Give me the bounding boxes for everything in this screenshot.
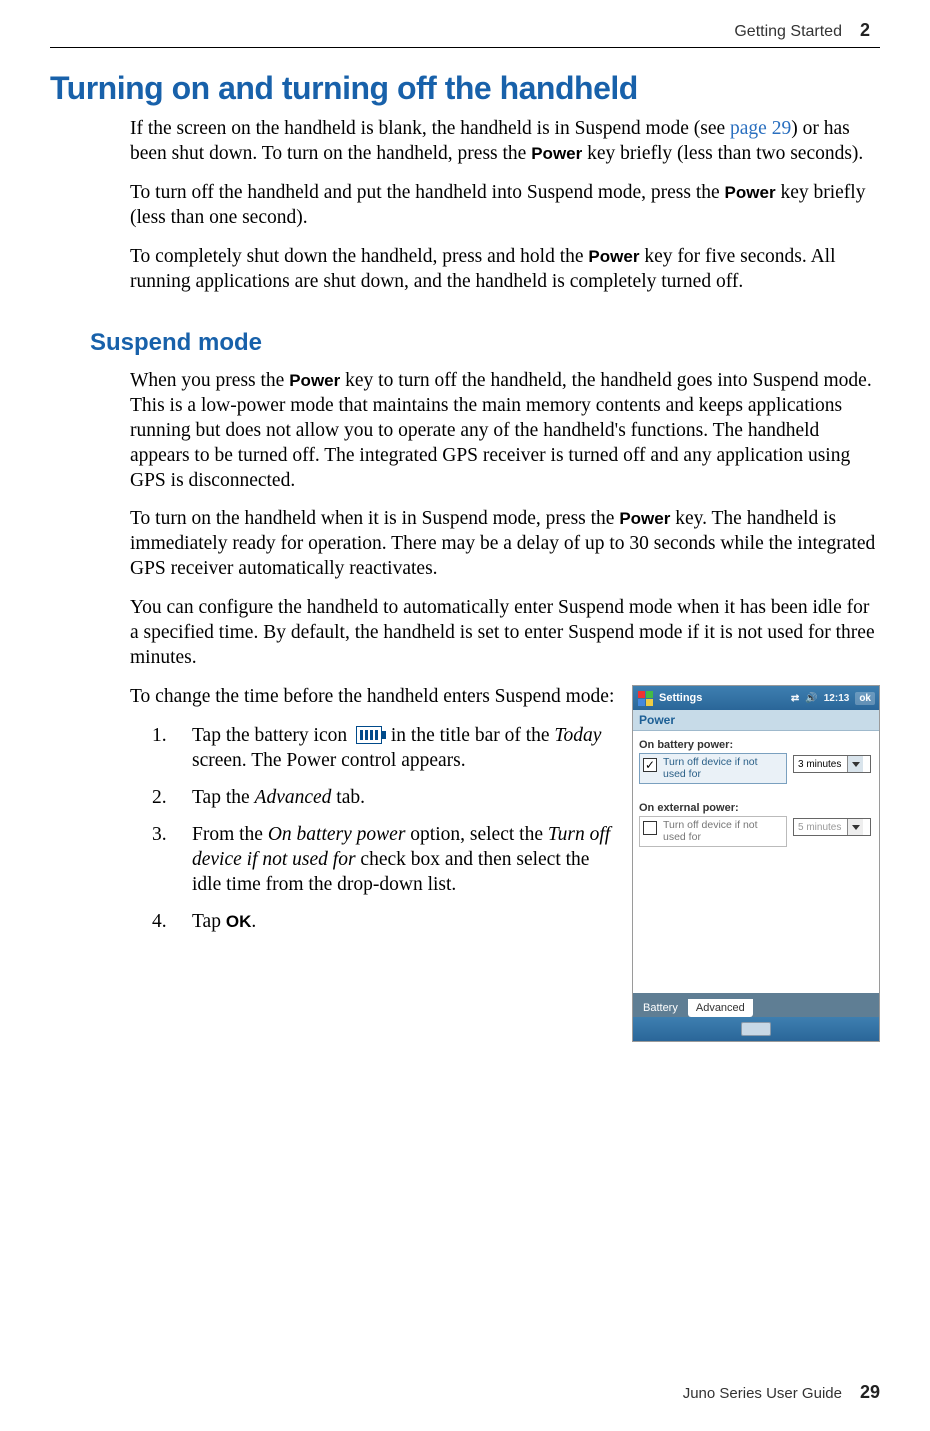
tab-advanced[interactable]: Advanced — [688, 999, 753, 1017]
group-battery-label: On battery power: — [639, 739, 873, 751]
footer-page: 29 — [860, 1382, 880, 1403]
text: To turn on the handheld when it is in Su… — [130, 508, 619, 529]
text: tab. — [331, 787, 365, 808]
step-4: Tap OK. — [152, 910, 618, 935]
power-key: Power — [289, 371, 340, 390]
external-dropdown: 5 minutes — [793, 818, 871, 836]
figure-tabs: Battery Advanced — [633, 993, 879, 1017]
ok-button[interactable]: ok — [855, 692, 875, 705]
external-checkbox[interactable] — [643, 821, 657, 835]
text: When you press the — [130, 370, 289, 391]
battery-row[interactable]: ✓ Turn off device if not used for — [639, 753, 787, 784]
figure-titlebar: Settings ⇄ 🔊 12:13 ok — [633, 686, 879, 710]
text: If the screen on the handheld is blank, … — [130, 118, 730, 139]
volume-icon: 🔊 — [805, 693, 817, 704]
text: key briefly (less than two seconds). — [582, 143, 863, 164]
header-chapter: 2 — [860, 20, 870, 41]
steps-figure-row: To change the time before the handheld e… — [130, 685, 880, 1042]
page-header: Getting Started 2 — [50, 20, 880, 41]
external-dd-value: 5 minutes — [794, 822, 847, 833]
text: in the title bar of the — [386, 725, 554, 746]
figure-power-settings: Settings ⇄ 🔊 12:13 ok Power On battery p… — [632, 685, 880, 1042]
figure-subtitle: Power — [633, 710, 879, 731]
text: screen. The Power control appears. — [192, 750, 466, 771]
power-key: Power — [588, 247, 639, 266]
external-row-text: Turn off device if not used for — [663, 820, 783, 843]
text: From the — [192, 824, 268, 845]
group-battery: On battery power: ✓ Turn off device if n… — [639, 739, 873, 784]
paragraph-7: To change the time before the handheld e… — [130, 685, 618, 710]
header-section: Getting Started — [734, 23, 842, 41]
paragraph-3: To completely shut down the handheld, pr… — [130, 245, 880, 295]
group-external-label: On external power: — [639, 802, 873, 814]
chevron-down-icon — [847, 756, 863, 772]
chevron-down-icon — [847, 819, 863, 835]
tab-battery[interactable]: Battery — [635, 999, 686, 1017]
power-key: Power — [531, 144, 582, 163]
step-1: Tap the battery icon in the title bar of… — [152, 724, 618, 774]
external-row[interactable]: Turn off device if not used for — [639, 816, 787, 847]
battery-dd-value: 3 minutes — [794, 759, 847, 770]
battery-dropdown[interactable]: 3 minutes — [793, 755, 871, 773]
text: To turn off the handheld and put the han… — [130, 182, 725, 203]
on-battery-label: On battery power — [268, 824, 406, 845]
figure-bottombar — [633, 1017, 879, 1041]
text: Tap the battery icon — [192, 725, 352, 746]
signal-icon: ⇄ — [791, 693, 799, 704]
power-key: Power — [725, 183, 776, 202]
group-external: On external power: Turn off device if no… — [639, 802, 873, 847]
suspend-content: When you press the Power key to turn off… — [130, 369, 880, 1042]
text: Tap — [192, 911, 226, 932]
page-title: Turning on and turning off the handheld — [50, 70, 880, 107]
battery-icon — [356, 726, 382, 744]
steps-list: Tap the battery icon in the title bar of… — [152, 724, 618, 935]
clock: 12:13 — [824, 693, 850, 704]
battery-checkbox[interactable]: ✓ — [643, 758, 657, 772]
paragraph-4: When you press the Power key to turn off… — [130, 369, 880, 494]
figure-title: Settings — [659, 692, 702, 704]
ok-label: OK — [226, 912, 252, 931]
text: To completely shut down the handheld, pr… — [130, 246, 588, 267]
paragraph-5: To turn on the handheld when it is in Su… — [130, 507, 880, 582]
steps-column: To change the time before the handheld e… — [130, 685, 618, 947]
body-content: If the screen on the handheld is blank, … — [130, 117, 880, 295]
header-rule — [50, 47, 880, 48]
today-label: Today — [554, 725, 601, 746]
battery-row-text: Turn off device if not used for — [663, 757, 783, 780]
power-key: Power — [619, 509, 670, 528]
page-footer: Juno Series User Guide 29 — [683, 1382, 880, 1403]
keyboard-icon[interactable] — [741, 1022, 771, 1036]
paragraph-1: If the screen on the handheld is blank, … — [130, 117, 880, 167]
advanced-label: Advanced — [255, 787, 332, 808]
text: option, select the — [405, 824, 547, 845]
footer-guide: Juno Series User Guide — [683, 1385, 842, 1402]
page-link[interactable]: page 29 — [730, 118, 791, 139]
windows-logo-icon — [637, 690, 653, 706]
text: . — [251, 911, 256, 932]
text: Tap the — [192, 787, 255, 808]
subheading-suspend: Suspend mode — [90, 329, 880, 357]
paragraph-2: To turn off the handheld and put the han… — [130, 181, 880, 231]
paragraph-6: You can configure the handheld to automa… — [130, 596, 880, 671]
step-2: Tap the Advanced tab. — [152, 786, 618, 811]
step-3: From the On battery power option, select… — [152, 823, 618, 898]
figure-body: On battery power: ✓ Turn off device if n… — [633, 731, 879, 993]
